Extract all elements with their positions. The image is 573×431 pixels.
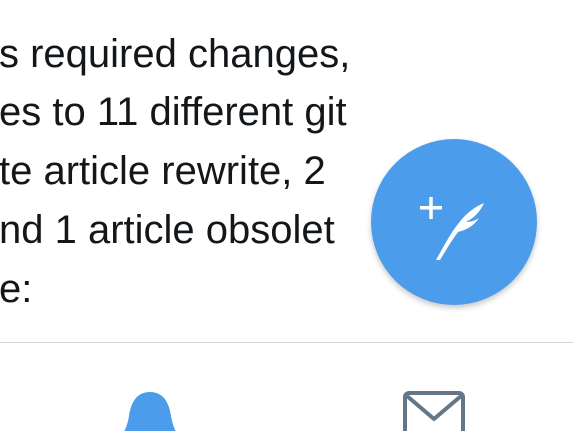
compose-tweet-button[interactable] [371, 139, 537, 305]
compose-tweet-icon [420, 197, 484, 260]
bottom-tab-bar [0, 342, 573, 431]
timeline-screen: s required changes, es to 11 different g… [0, 0, 573, 431]
bell-icon [124, 392, 176, 431]
tweet-text-line: nd 1 article obsolet [0, 208, 335, 252]
tweet-text-line: e: [0, 267, 33, 311]
tab-notifications[interactable] [90, 343, 210, 431]
tweet-text-line: te article rewrite, 2 [0, 149, 326, 193]
tab-messages[interactable] [374, 343, 494, 431]
tweet-text-line: es to 11 different git [0, 90, 347, 134]
envelope-icon [403, 391, 465, 431]
tweet-text-line: s required changes, [0, 32, 351, 76]
